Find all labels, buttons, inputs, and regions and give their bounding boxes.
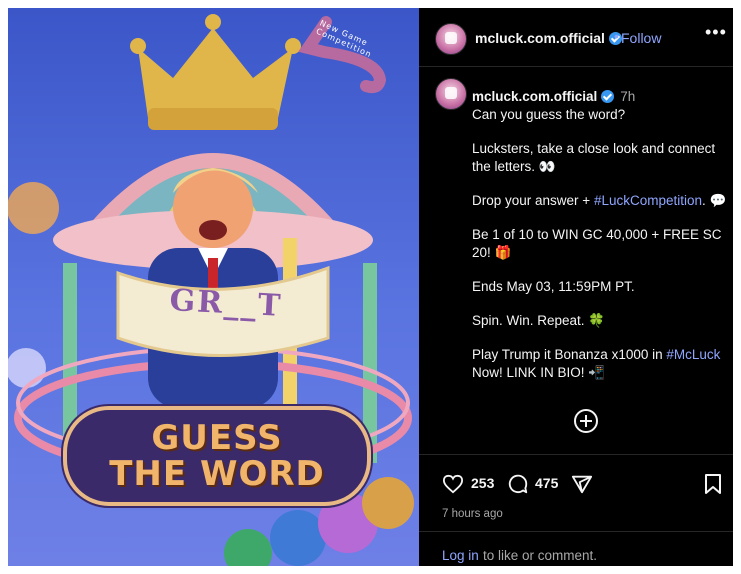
caption-line: Be 1 of 10 to WIN GC 40,000 + FREE SC 20… bbox=[472, 227, 722, 260]
caption-line: Spin. Win. Repeat. 🍀 bbox=[472, 313, 606, 328]
caption-text: Now! LINK IN BIO! 📲 bbox=[472, 365, 606, 380]
header-separator: • bbox=[614, 28, 619, 44]
caption-verified-icon bbox=[601, 90, 615, 103]
header-username-text[interactable]: mcluck.com.official bbox=[475, 30, 605, 46]
follow-button[interactable]: Follow bbox=[621, 30, 661, 46]
badge-line-1: GUESS bbox=[151, 418, 283, 458]
caption-username[interactable]: mcluck.com.official bbox=[472, 89, 597, 104]
login-prompt: Log in to like or comment. bbox=[419, 531, 733, 568]
caption-line: Can you guess the word? bbox=[472, 107, 626, 122]
share-icon[interactable] bbox=[571, 473, 593, 495]
caption-line: Play Trump it Bonanza x1000 in #McLuck N… bbox=[472, 346, 727, 382]
comment-icon[interactable] bbox=[507, 473, 529, 495]
caption-line: Lucksters, take a close look and connect… bbox=[472, 141, 716, 174]
post-actions: 253 475 7 hours ago Log in to like or co… bbox=[419, 454, 733, 567]
post-caption: mcluck.com.official 7h Can you guess the … bbox=[472, 88, 727, 382]
caption-text: Play Trump it Bonanza x1000 in bbox=[472, 347, 667, 362]
badge-line-2: THE WORD bbox=[109, 454, 325, 494]
hashtag-link[interactable]: #LuckCompetition bbox=[594, 193, 702, 208]
heart-icon[interactable] bbox=[442, 474, 464, 494]
login-suffix: to like or comment. bbox=[483, 548, 598, 563]
comment-count[interactable]: 475 bbox=[535, 475, 558, 491]
post-image[interactable]: New Game Competition GR__T GUESS THE WOR… bbox=[8, 8, 419, 566]
guess-the-word-badge: GUESS THE WORD bbox=[63, 406, 371, 506]
caption-time[interactable]: 7h bbox=[620, 89, 635, 104]
add-circle-icon[interactable] bbox=[574, 409, 598, 433]
hashtag-link[interactable]: #McLuck bbox=[666, 347, 720, 362]
caption-line: Ends May 03, 11:59PM PT. bbox=[472, 279, 635, 294]
caption-avatar[interactable] bbox=[435, 78, 467, 110]
more-options-icon[interactable]: ••• bbox=[705, 22, 727, 43]
bookmark-icon[interactable] bbox=[703, 473, 723, 495]
post-window: New Game Competition GR__T GUESS THE WOR… bbox=[8, 8, 733, 566]
caption-line: Drop your answer + #LuckCompetition. 💬 bbox=[472, 192, 727, 210]
post-timestamp: 7 hours ago bbox=[442, 508, 503, 520]
caption-text: . 💬 bbox=[702, 193, 727, 208]
login-link[interactable]: Log in bbox=[442, 548, 479, 563]
caption-text: Drop your answer + bbox=[472, 193, 594, 208]
post-header: mcluck.com.official • Follow ••• bbox=[419, 8, 733, 67]
like-count[interactable]: 253 bbox=[471, 475, 494, 491]
header-username[interactable]: mcluck.com.official bbox=[475, 30, 622, 46]
post-side-panel: mcluck.com.official • Follow ••• mcluck.… bbox=[419, 8, 733, 566]
profile-avatar[interactable] bbox=[435, 23, 467, 55]
